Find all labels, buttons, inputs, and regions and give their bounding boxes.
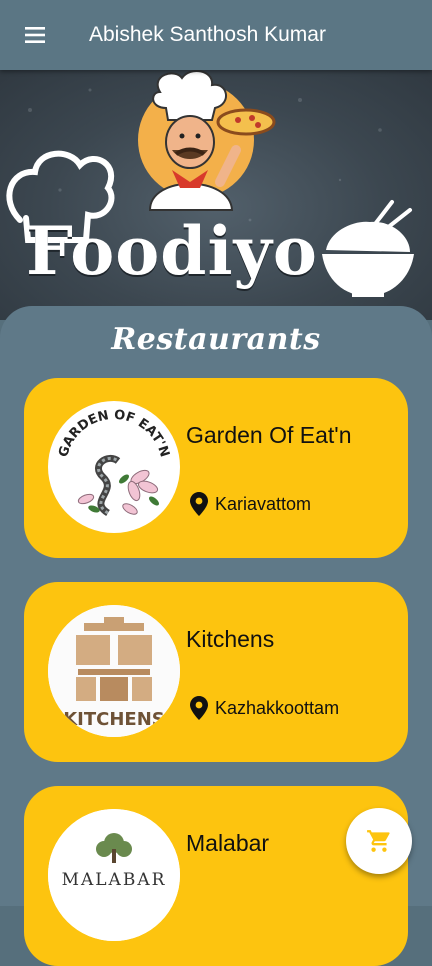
restaurant-logo: KITCHENS: [48, 605, 180, 737]
svg-text:KITCHENS: KITCHENS: [63, 709, 165, 730]
svg-text:MALABAR: MALABAR: [62, 870, 167, 890]
restaurant-location: Kariavattom: [190, 492, 311, 516]
cart-icon: [367, 830, 390, 852]
rice-bowl-icon: [322, 200, 414, 297]
kitchen-logo-icon: KITCHENS: [48, 605, 180, 737]
location-label: Kazhakkoottam: [215, 697, 340, 718]
restaurant-name: Garden Of Eat'n: [186, 422, 352, 448]
snake-flower-logo-icon: GARDEN OF EAT'N: [56, 408, 172, 516]
restaurant-card[interactable]: GARDEN OF EAT'N Garden Of Eat'n Kariavat…: [24, 378, 408, 558]
section-title: Restaurants: [111, 322, 321, 357]
tree-logo-icon: MALABAR: [48, 809, 180, 941]
restaurant-logo: GARDEN OF EAT'N: [48, 401, 180, 533]
menu-button[interactable]: [0, 0, 70, 70]
restaurant-card[interactable]: KITCHENS Kitchens Kazhakkoottam: [24, 582, 408, 762]
app-bar: Abishek Santhosh Kumar: [0, 0, 432, 70]
restaurant-name: Malabar: [186, 830, 270, 856]
cart-button[interactable]: [346, 808, 412, 874]
location-pin-icon: [190, 492, 208, 516]
menu-icon: [25, 27, 45, 43]
location-pin-icon: [190, 696, 208, 720]
brand-name: Foodiyo: [26, 212, 318, 290]
restaurant-name: Kitchens: [186, 626, 275, 652]
restaurant-logo: MALABAR: [48, 809, 180, 941]
brand-banner: Foodiyo: [0, 70, 432, 320]
restaurant-location: Kazhakkoottam: [190, 696, 339, 720]
restaurant-card[interactable]: MALABAR Malabar: [24, 786, 408, 966]
app-bar-title: Abishek Santhosh Kumar: [89, 23, 326, 46]
location-label: Kariavattom: [215, 493, 312, 514]
svg-text:GARDEN OF EAT'N: GARDEN OF EAT'N: [56, 408, 172, 459]
